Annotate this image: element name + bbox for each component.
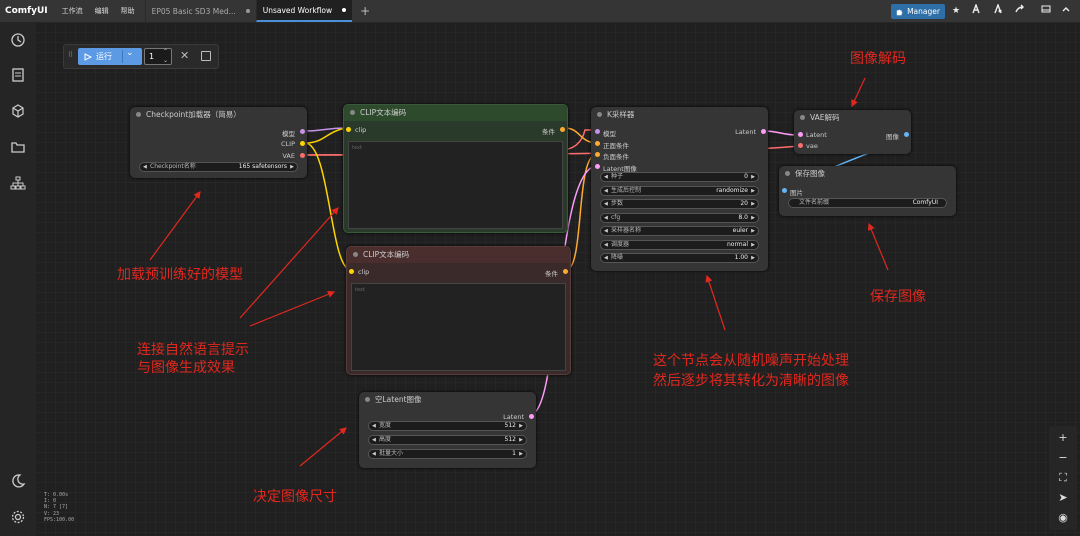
zoom-in-icon[interactable]: +	[1052, 429, 1074, 447]
annotation-clip-line2: 与图像生成效果	[137, 360, 235, 376]
annotation-image-size: 决定图像尺寸	[253, 489, 337, 505]
annotation-ksampler-line1: 这个节点会从随机噪声开始处理	[653, 353, 849, 369]
annotation-vae-decode: 图像解码	[850, 51, 906, 67]
select-arrow-icon[interactable]: ➤	[1052, 489, 1074, 507]
stat-fps: FPS:100.00	[44, 516, 75, 523]
eye-icon[interactable]: ◉	[1052, 509, 1074, 527]
annotation-ksampler-line2: 然后逐步将其转化为清晰的图像	[653, 373, 849, 389]
annotation-save-image: 保存图像	[870, 289, 926, 305]
zoom-out-icon[interactable]: −	[1052, 449, 1074, 467]
annotation-load-model: 加载预训练好的模型	[117, 267, 243, 283]
fit-view-icon[interactable]: ⛶	[1052, 469, 1074, 487]
perf-stats: T: 0.00s I: 0 N: 7 [7] V: 23 FPS:100.00	[44, 492, 74, 523]
annotation-clip-line1: 连接自然语言提示	[137, 342, 249, 358]
